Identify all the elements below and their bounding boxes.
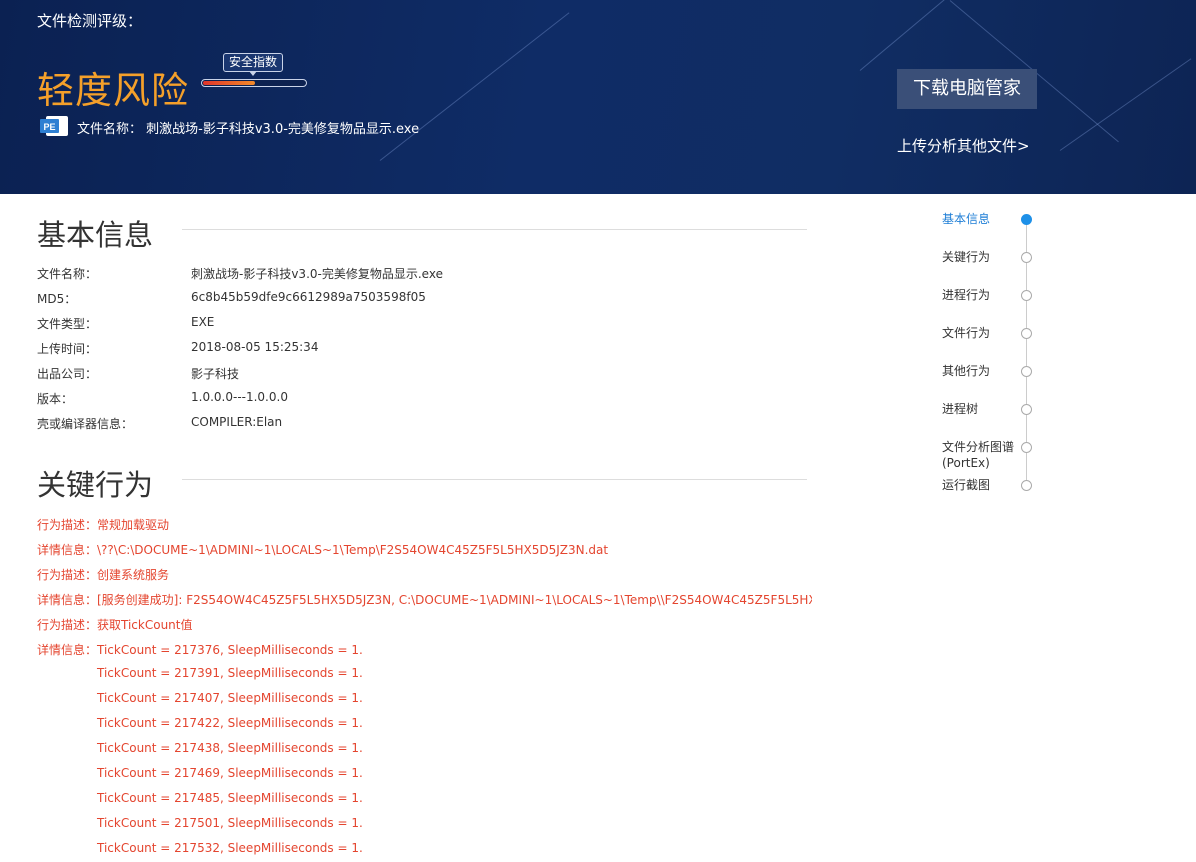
nav-dot[interactable] — [1021, 252, 1032, 263]
risk-level: 轻度风险 — [37, 69, 189, 112]
nav-item-file-analysis-graph[interactable]: 文件分析图谱 (PortEx) — [942, 439, 1014, 471]
info-value: EXE — [191, 315, 215, 329]
nav-dot[interactable] — [1021, 442, 1032, 453]
behavior-line: 行为描述：创建系统服务 — [37, 568, 170, 582]
info-label: 出品公司： — [37, 367, 98, 381]
download-pc-manager-button[interactable]: 下载电脑管家 — [897, 69, 1037, 109]
nav-dot-active[interactable] — [1021, 214, 1032, 225]
nav-dot[interactable] — [1021, 366, 1032, 377]
key-behavior-title: 关键行为 — [37, 468, 154, 502]
behavior-detail-line: TickCount = 217485, SleepMilliseconds = … — [97, 791, 363, 805]
header-file-name-value: 刺激战场-影子科技v3.0-完美修复物品显示.exe — [146, 122, 420, 137]
behavior-detail-line: TickCount = 217469, SleepMilliseconds = … — [97, 766, 363, 780]
behavior-detail-line: TickCount = 217501, SleepMilliseconds = … — [97, 816, 363, 830]
nav-dot[interactable] — [1021, 328, 1032, 339]
info-value: 刺激战场-影子科技v3.0-完美修复物品显示.exe — [191, 267, 443, 281]
behavior-detail-line: TickCount = 217532, SleepMilliseconds = … — [97, 841, 363, 855]
info-label: 壳或编译器信息： — [37, 417, 134, 431]
info-label: 版本： — [37, 392, 74, 406]
behavior-line: 详情信息：\??\C:\DOCUME~1\ADMINI~1\LOCALS~1\T… — [37, 543, 609, 557]
info-label: 文件类型： — [37, 317, 98, 331]
behavior-line: 详情信息：TickCount = 217376, SleepMillisecon… — [37, 643, 363, 657]
behavior-line: 行为描述：获取TickCount值 — [37, 618, 193, 632]
info-label: 上传时间： — [37, 342, 98, 356]
info-value: COMPILER:Elan — [191, 415, 283, 429]
decorative-streak — [1059, 58, 1192, 151]
behavior-detail-line: TickCount = 217422, SleepMilliseconds = … — [97, 716, 363, 730]
info-value: 2018-08-05 15:25:34 — [191, 340, 319, 354]
behavior-detail-line: TickCount = 217438, SleepMilliseconds = … — [97, 741, 363, 755]
nav-item-process-tree[interactable]: 进程树 — [942, 401, 978, 417]
behavior-detail-line: TickCount = 217407, SleepMilliseconds = … — [97, 691, 363, 705]
pe-file-icon: PE — [40, 116, 68, 136]
section-divider — [182, 229, 807, 230]
info-value: 1.0.0.0---1.0.0.0 — [191, 390, 288, 404]
nav-item-basic-info[interactable]: 基本信息 — [942, 211, 990, 227]
nav-dot[interactable] — [1021, 290, 1032, 301]
nav-item-sublabel: (PortEx) — [942, 456, 990, 470]
safety-score-label: 安全指数 — [223, 53, 284, 76]
header-file-name: 文件名称： 刺激战场-影子科技v3.0-完美修复物品显示.exe — [77, 118, 419, 137]
behavior-line: 详情信息：[服务创建成功]: F2S54OW4C45Z5F5L5HX5D5JZ3… — [37, 593, 812, 607]
safety-score-fill — [203, 81, 255, 85]
rating-label: 文件检测评级： — [37, 12, 143, 30]
nav-item-run-screenshot[interactable]: 运行截图 — [942, 477, 990, 493]
decorative-streak — [379, 12, 570, 161]
nav-item-file-behavior[interactable]: 文件行为 — [942, 325, 990, 341]
nav-dot[interactable] — [1021, 480, 1032, 491]
upload-other-file-link[interactable]: 上传分析其他文件> — [897, 135, 1030, 156]
header-file-name-label: 文件名称： — [77, 122, 143, 137]
pe-icon-text: PE — [43, 122, 55, 132]
info-label: 文件名称： — [37, 267, 98, 281]
nav-item-label: 文件分析图谱 — [942, 440, 1015, 454]
behavior-detail-line: TickCount = 217391, SleepMilliseconds = … — [97, 666, 363, 680]
nav-dot[interactable] — [1021, 404, 1032, 415]
section-divider — [182, 479, 807, 480]
info-label: MD5： — [37, 292, 77, 306]
basic-info-title: 基本信息 — [37, 218, 154, 252]
behavior-line: 行为描述：常规加载驱动 — [37, 518, 170, 532]
info-value: 6c8b45b59dfe9c6612989a7503598f05 — [191, 290, 426, 304]
safety-score-meter: 安全指数 — [201, 53, 309, 89]
safety-score-bar — [201, 79, 307, 87]
info-value: 影子科技 — [191, 367, 240, 381]
report-header: 文件检测评级： 轻度风险 安全指数 PE 文件名称： 刺激战场-影子科技v3.0… — [0, 0, 1196, 194]
nav-item-process-behavior[interactable]: 进程行为 — [942, 287, 990, 303]
nav-item-other-behavior[interactable]: 其他行为 — [942, 363, 990, 379]
nav-item-key-behavior[interactable]: 关键行为 — [942, 249, 990, 265]
